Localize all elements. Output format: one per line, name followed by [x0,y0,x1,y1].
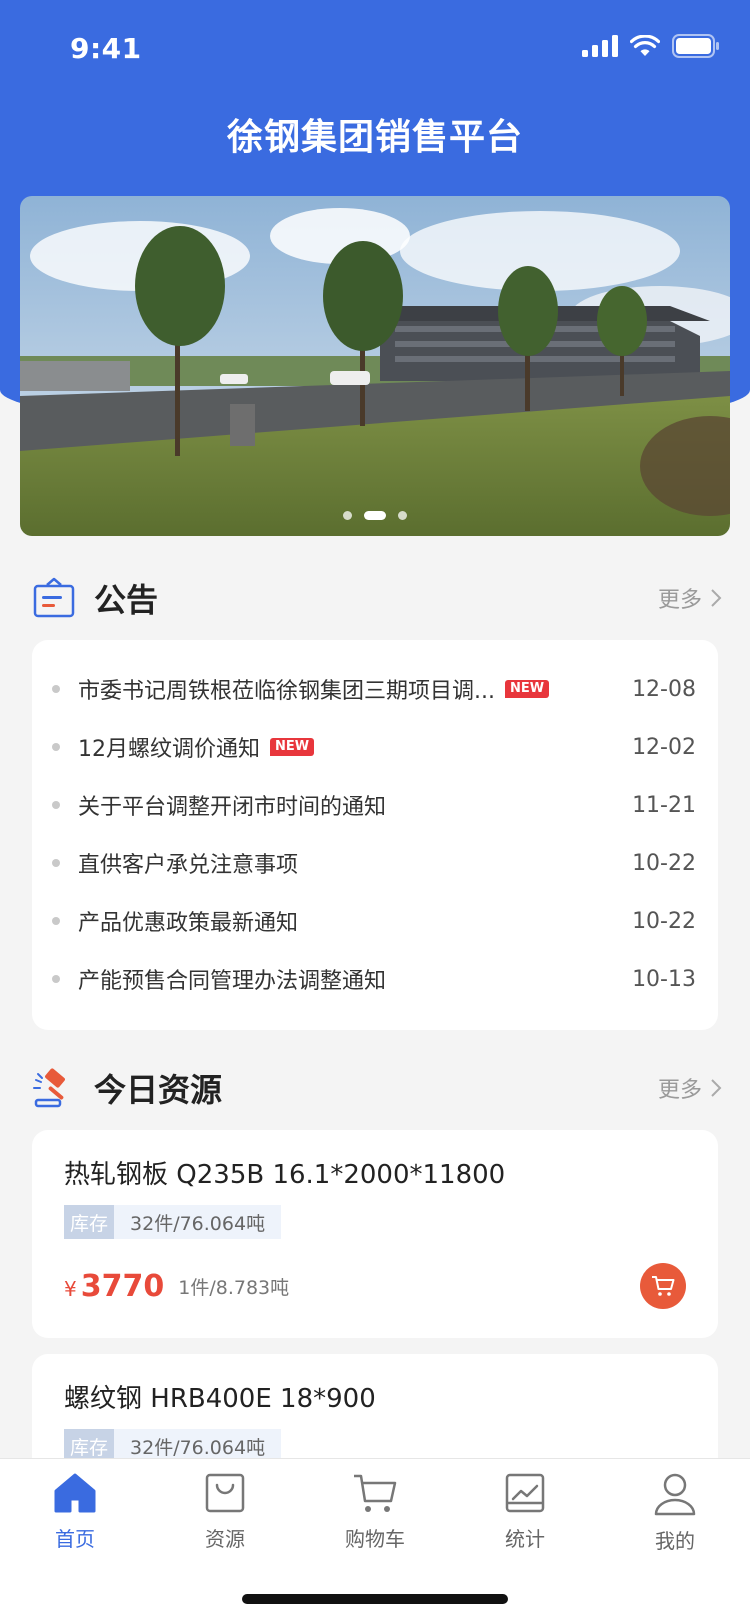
notice-item[interactable]: 市委书记周铁根莅临徐钢集团三期项目调... NEW 12-08 [52,660,696,718]
notice-text: 12月螺纹调价通知 [78,737,260,762]
stock-info: 库存 32件/76.064吨 [64,1205,686,1239]
notice-text: 产品优惠政策最新通知 [78,911,299,936]
price-unit: 1件/8.783吨 [178,1276,290,1299]
app-title: 徐钢集团销售平台 [226,117,523,158]
banner-pagination [20,511,730,520]
notice-text: 关于平台调整开闭市时间的通知 [78,795,387,820]
resource-name: 螺纹钢 HRB400E 18*900 [64,1384,376,1414]
more-label: 更多 [657,588,702,613]
notice-date: 11-21 [632,792,696,818]
tab-label: 我的 [655,1529,695,1553]
user-icon [654,1473,696,1516]
bullet [52,917,60,925]
more-label: 更多 [657,1078,702,1103]
banner-image [20,196,730,536]
notice-date: 10-13 [632,966,696,992]
resources-title: 今日资源 [94,1071,223,1109]
home-icon [54,1473,96,1513]
notice-date: 10-22 [632,908,696,934]
stock-tag: 库存 [64,1205,115,1239]
cart-icon [652,1276,675,1296]
battery-icon [672,34,719,58]
bullet [52,975,60,983]
home-indicator [242,1594,508,1604]
notice-text: 产能预售合同管理办法调整通知 [78,969,387,994]
notice-card: 市委书记周铁根莅临徐钢集团三期项目调... NEW 12-08 12月螺纹调价通… [32,640,718,1030]
chart-icon [505,1473,545,1513]
notice-text: 市委书记周铁根莅临徐钢集团三期项目调... [78,679,495,704]
notice-text: 直供客户承兑注意事项 [78,853,299,878]
notice-date: 12-08 [632,676,696,702]
resources-header: 今日资源 更多 [32,1060,722,1116]
tab-label: 统计 [505,1527,545,1551]
signal-icon [582,35,618,57]
wifi-icon [630,35,660,56]
status-icons [582,34,720,58]
bullet [52,743,60,751]
notice-item[interactable]: 产能预售合同管理办法调整通知 10-13 [52,950,696,1008]
notice-item[interactable]: 产品优惠政策最新通知 10-22 [52,892,696,950]
tab-cart[interactable]: 购物车 [315,1471,435,1554]
tab-home[interactable]: 首页 [15,1471,135,1554]
tab-statistics[interactable]: 统计 [465,1471,585,1554]
notice-item[interactable]: 直供客户承兑注意事项 10-22 [52,834,696,892]
tab-label: 购物车 [345,1527,405,1551]
tab-label: 首页 [55,1527,95,1551]
price: 3770 [80,1268,165,1304]
pagination-dot[interactable] [398,511,407,520]
status-time: 9:41 [70,32,142,65]
notice-title: 公告 [94,581,159,619]
pagination-dot[interactable] [343,511,352,520]
new-badge: NEW [504,680,550,698]
bag-icon [205,1473,245,1513]
tab-label: 资源 [205,1527,245,1551]
pagination-dot-active[interactable] [364,511,386,520]
gavel-icon [33,1068,65,1108]
notice-item[interactable]: 12月螺纹调价通知 NEW 12-02 [52,718,696,776]
notice-icon [33,577,75,618]
cart-icon [354,1474,397,1512]
resources-more-link[interactable]: 更多 [658,1072,722,1104]
currency-symbol: ¥ [64,1277,77,1301]
add-to-cart-button[interactable] [640,1263,686,1309]
notice-header: 公告 更多 [32,570,722,626]
bullet [52,859,60,867]
bullet [52,801,60,809]
resource-card[interactable]: 热轧钢板 Q235B 16.1*2000*11800 库存 32件/76.064… [32,1130,718,1338]
tab-profile[interactable]: 我的 [615,1471,735,1554]
bullet [52,685,60,693]
new-badge: NEW [270,738,315,756]
status-bar: 9:41 [0,0,750,96]
chevron-right-icon [711,589,722,607]
notice-item[interactable]: 关于平台调整开闭市时间的通知 11-21 [52,776,696,834]
notice-date: 10-22 [632,850,696,876]
chevron-right-icon [711,1079,722,1097]
tab-resources[interactable]: 资源 [165,1471,285,1554]
stock-value: 32件/76.064吨 [114,1205,282,1239]
resource-name: 热轧钢板 Q235B 16.1*2000*11800 [64,1160,506,1190]
notice-date: 12-02 [632,734,696,760]
banner-carousel[interactable] [20,196,730,536]
notice-more-link[interactable]: 更多 [658,582,722,614]
